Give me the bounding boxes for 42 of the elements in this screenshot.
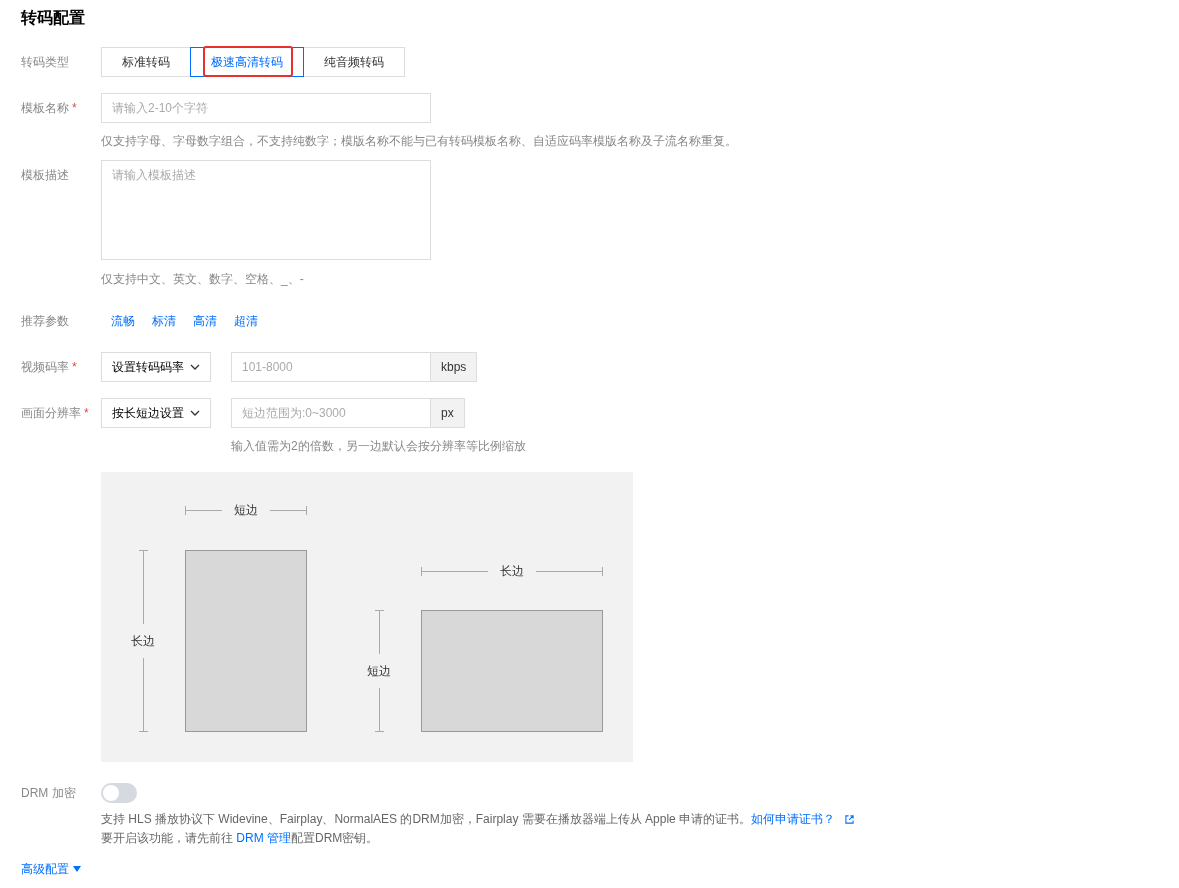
advanced-settings-toggle[interactable]: 高级配置: [21, 860, 81, 878]
description-text: 要开启该功能，请先前往 DRM 管理配置DRM密钥。: [101, 830, 380, 847]
name-input[interactable]: 请输入2-10个字符: [101, 93, 431, 123]
required-asterisk: *: [72, 100, 77, 117]
description-text: 支持 HLS 播放协议下 Widevine、Fairplay、NormalAES 的DRM加密，Fairplay 需要在播放器端上传从 Apple 申请的证书。: [101, 811, 752, 828]
preset-link[interactable]: 超清: [234, 312, 258, 330]
value-input[interactable]: 短边范围为:0~3000: [231, 398, 431, 428]
hint-text: 仅支持字母、字母数字组合，不支持纯数字；模版名称不能与已有转码模板名称、自适应码率模版名称及子流名称重复。: [101, 133, 737, 150]
field-label: DRM 加密: [21, 785, 76, 802]
page-title: 转码配置: [21, 8, 86, 28]
preset-link[interactable]: 高清: [193, 312, 217, 330]
dimension-indicator: 长边: [129, 550, 157, 732]
value-input[interactable]: 101-8000: [231, 352, 431, 382]
unit-addon: px: [431, 398, 465, 428]
field-label: 画面分辨率: [21, 405, 81, 422]
preset-link[interactable]: 流畅: [111, 312, 135, 330]
field-label: 转码类型: [21, 54, 69, 71]
unit-addon: kbps: [431, 352, 478, 382]
segment-tab[interactable]: 极速高清转码: [190, 47, 304, 77]
field-label: 视频码率: [21, 359, 69, 376]
hint-text: 仅支持中文、英文、数字、空格、_、-: [101, 271, 305, 288]
field-label: 推荐参数: [21, 313, 69, 330]
certificate-link[interactable]: 如何申请证书？: [751, 810, 836, 828]
external-link-icon[interactable]: [845, 814, 855, 824]
segment-tab[interactable]: 纯音频转码: [303, 47, 405, 77]
required-asterisk: *: [84, 405, 89, 422]
dimension-indicator: 长边: [421, 563, 603, 579]
toggle-switch[interactable]: [101, 783, 137, 803]
description-textarea[interactable]: 请输入模板描述: [101, 160, 431, 260]
dropdown[interactable]: 按长短边设置: [101, 398, 211, 428]
chevron-down-icon: [190, 410, 200, 416]
hint-text: 输入值需为2的倍数，另一边默认会按分辨率等比例缩放: [231, 438, 526, 455]
dimension-indicator: 短边: [365, 610, 393, 732]
segment-tab[interactable]: 标准转码: [101, 47, 191, 77]
chevron-down-icon: [190, 364, 200, 370]
field-label: 模板描述: [21, 167, 69, 184]
field-label: 模板名称: [21, 100, 69, 117]
dropdown[interactable]: 设置转码码率: [101, 352, 211, 382]
required-asterisk: *: [72, 359, 77, 376]
preset-link[interactable]: 标清: [152, 312, 176, 330]
drm-management-link[interactable]: DRM 管理: [236, 831, 291, 845]
dimension-indicator: 短边: [185, 502, 307, 518]
